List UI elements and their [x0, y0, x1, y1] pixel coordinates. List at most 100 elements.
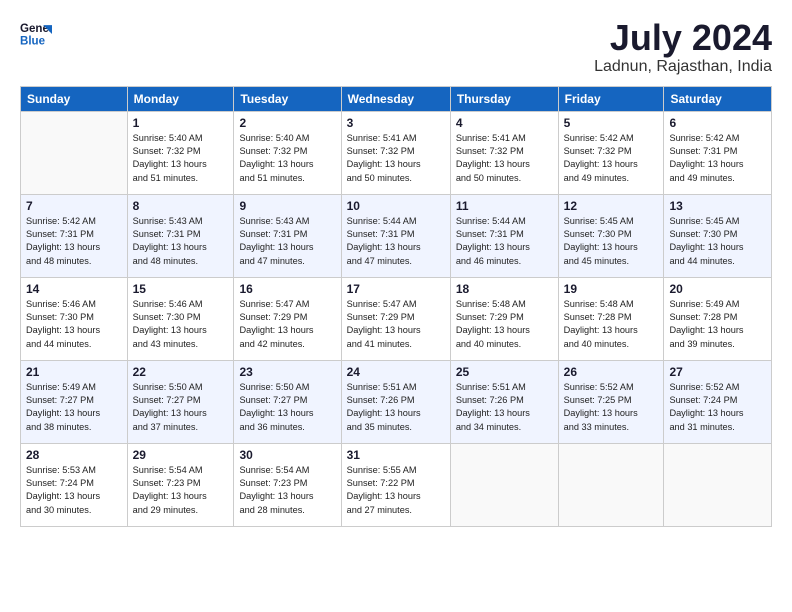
calendar-cell: 3 Sunrise: 5:41 AMSunset: 7:32 PMDaylight… — [341, 111, 450, 194]
calendar-cell: 2 Sunrise: 5:40 AMSunset: 7:32 PMDaylight… — [234, 111, 341, 194]
calendar-cell: 15 Sunrise: 5:46 AMSunset: 7:30 PMDayligh… — [127, 277, 234, 360]
day-number: 3 — [347, 116, 445, 130]
column-header-wednesday: Wednesday — [341, 86, 450, 111]
calendar-cell: 9 Sunrise: 5:43 AMSunset: 7:31 PMDaylight… — [234, 194, 341, 277]
calendar-week-row: 21 Sunrise: 5:49 AMSunset: 7:27 PMDayligh… — [21, 360, 772, 443]
calendar-table: SundayMondayTuesdayWednesdayThursdayFrid… — [20, 86, 772, 527]
day-number: 6 — [669, 116, 766, 130]
day-info: Sunrise: 5:51 AMSunset: 7:26 PMDaylight:… — [347, 381, 445, 434]
calendar-cell — [558, 443, 664, 526]
day-number: 31 — [347, 448, 445, 462]
day-number: 7 — [26, 199, 122, 213]
day-info: Sunrise: 5:42 AMSunset: 7:31 PMDaylight:… — [26, 215, 122, 268]
calendar-cell: 19 Sunrise: 5:48 AMSunset: 7:28 PMDayligh… — [558, 277, 664, 360]
day-info: Sunrise: 5:47 AMSunset: 7:29 PMDaylight:… — [239, 298, 335, 351]
calendar-cell: 27 Sunrise: 5:52 AMSunset: 7:24 PMDayligh… — [664, 360, 772, 443]
day-info: Sunrise: 5:43 AMSunset: 7:31 PMDaylight:… — [239, 215, 335, 268]
calendar-cell: 22Sunrise: 5:50 AMSunset: 7:27 PMDayligh… — [127, 360, 234, 443]
day-number: 9 — [239, 199, 335, 213]
calendar-cell — [664, 443, 772, 526]
day-info: Sunrise: 5:48 AMSunset: 7:28 PMDaylight:… — [564, 298, 659, 351]
day-number: 1 — [133, 116, 229, 130]
column-header-friday: Friday — [558, 86, 664, 111]
day-info: Sunrise: 5:53 AMSunset: 7:24 PMDaylight:… — [26, 464, 122, 517]
page-header: General Blue July 2024 Ladnun, Rajasthan… — [20, 18, 772, 76]
day-number: 8 — [133, 199, 229, 213]
svg-text:Blue: Blue — [20, 36, 46, 48]
calendar-cell: 20Sunrise: 5:49 AMSunset: 7:28 PMDayligh… — [664, 277, 772, 360]
day-number: 17 — [347, 282, 445, 296]
calendar-cell: 12 Sunrise: 5:45 AMSunset: 7:30 PMDayligh… — [558, 194, 664, 277]
column-header-monday: Monday — [127, 86, 234, 111]
calendar-week-row: 1 Sunrise: 5:40 AMSunset: 7:32 PMDaylight… — [21, 111, 772, 194]
column-header-sunday: Sunday — [21, 86, 128, 111]
calendar-cell: 6Sunrise: 5:42 AMSunset: 7:31 PMDaylight… — [664, 111, 772, 194]
svg-text:General: General — [20, 23, 52, 35]
calendar-page: General Blue July 2024 Ladnun, Rajasthan… — [0, 0, 792, 612]
day-number: 11 — [456, 199, 553, 213]
day-info: Sunrise: 5:46 AMSunset: 7:30 PMDaylight:… — [26, 298, 122, 351]
calendar-cell: 14 Sunrise: 5:46 AMSunset: 7:30 PMDayligh… — [21, 277, 128, 360]
calendar-cell: 8Sunrise: 5:43 AMSunset: 7:31 PMDaylight… — [127, 194, 234, 277]
calendar-cell: 16 Sunrise: 5:47 AMSunset: 7:29 PMDayligh… — [234, 277, 341, 360]
day-info: Sunrise: 5:41 AMSunset: 7:32 PMDaylight:… — [456, 132, 553, 185]
day-number: 27 — [669, 365, 766, 379]
calendar-week-row: 28 Sunrise: 5:53 AMSunset: 7:24 PMDayligh… — [21, 443, 772, 526]
calendar-cell: 24 Sunrise: 5:51 AMSunset: 7:26 PMDayligh… — [341, 360, 450, 443]
calendar-cell: 18Sunrise: 5:48 AMSunset: 7:29 PMDayligh… — [450, 277, 558, 360]
day-number: 2 — [239, 116, 335, 130]
day-number: 24 — [347, 365, 445, 379]
calendar-cell: 26Sunrise: 5:52 AMSunset: 7:25 PMDayligh… — [558, 360, 664, 443]
calendar-cell: 29 Sunrise: 5:54 AMSunset: 7:23 PMDayligh… — [127, 443, 234, 526]
day-info: Sunrise: 5:52 AMSunset: 7:24 PMDaylight:… — [669, 381, 766, 434]
day-info: Sunrise: 5:54 AMSunset: 7:23 PMDaylight:… — [133, 464, 229, 517]
day-info: Sunrise: 5:52 AMSunset: 7:25 PMDaylight:… — [564, 381, 659, 434]
day-info: Sunrise: 5:46 AMSunset: 7:30 PMDaylight:… — [133, 298, 229, 351]
day-info: Sunrise: 5:45 AMSunset: 7:30 PMDaylight:… — [564, 215, 659, 268]
day-info: Sunrise: 5:48 AMSunset: 7:29 PMDaylight:… — [456, 298, 553, 351]
day-number: 5 — [564, 116, 659, 130]
day-number: 21 — [26, 365, 122, 379]
calendar-week-row: 14 Sunrise: 5:46 AMSunset: 7:30 PMDayligh… — [21, 277, 772, 360]
day-number: 20 — [669, 282, 766, 296]
day-number: 4 — [456, 116, 553, 130]
day-info: Sunrise: 5:51 AMSunset: 7:26 PMDaylight:… — [456, 381, 553, 434]
day-number: 25 — [456, 365, 553, 379]
day-number: 15 — [133, 282, 229, 296]
calendar-cell — [21, 111, 128, 194]
calendar-cell: 23 Sunrise: 5:50 AMSunset: 7:27 PMDayligh… — [234, 360, 341, 443]
calendar-cell: 4 Sunrise: 5:41 AMSunset: 7:32 PMDaylight… — [450, 111, 558, 194]
day-info: Sunrise: 5:44 AMSunset: 7:31 PMDaylight:… — [347, 215, 445, 268]
calendar-cell: 5 Sunrise: 5:42 AMSunset: 7:32 PMDaylight… — [558, 111, 664, 194]
day-info: Sunrise: 5:41 AMSunset: 7:32 PMDaylight:… — [347, 132, 445, 185]
title-block: July 2024 Ladnun, Rajasthan, India — [594, 18, 772, 76]
day-info: Sunrise: 5:44 AMSunset: 7:31 PMDaylight:… — [456, 215, 553, 268]
day-info: Sunrise: 5:49 AMSunset: 7:27 PMDaylight:… — [26, 381, 122, 434]
calendar-cell: 28 Sunrise: 5:53 AMSunset: 7:24 PMDayligh… — [21, 443, 128, 526]
day-number: 14 — [26, 282, 122, 296]
calendar-cell: 25 Sunrise: 5:51 AMSunset: 7:26 PMDayligh… — [450, 360, 558, 443]
day-number: 28 — [26, 448, 122, 462]
calendar-header-row: SundayMondayTuesdayWednesdayThursdayFrid… — [21, 86, 772, 111]
day-number: 10 — [347, 199, 445, 213]
logo-icon: General Blue — [20, 18, 52, 50]
day-info: Sunrise: 5:50 AMSunset: 7:27 PMDaylight:… — [133, 381, 229, 434]
day-number: 19 — [564, 282, 659, 296]
day-info: Sunrise: 5:45 AMSunset: 7:30 PMDaylight:… — [669, 215, 766, 268]
day-number: 16 — [239, 282, 335, 296]
day-info: Sunrise: 5:40 AMSunset: 7:32 PMDaylight:… — [239, 132, 335, 185]
day-number: 12 — [564, 199, 659, 213]
day-number: 13 — [669, 199, 766, 213]
calendar-cell: 30 Sunrise: 5:54 AMSunset: 7:23 PMDayligh… — [234, 443, 341, 526]
day-number: 30 — [239, 448, 335, 462]
calendar-cell: 11 Sunrise: 5:44 AMSunset: 7:31 PMDayligh… — [450, 194, 558, 277]
calendar-cell: 21 Sunrise: 5:49 AMSunset: 7:27 PMDayligh… — [21, 360, 128, 443]
day-number: 23 — [239, 365, 335, 379]
main-title: July 2024 — [594, 18, 772, 58]
day-info: Sunrise: 5:42 AMSunset: 7:32 PMDaylight:… — [564, 132, 659, 185]
day-info: Sunrise: 5:50 AMSunset: 7:27 PMDaylight:… — [239, 381, 335, 434]
day-number: 29 — [133, 448, 229, 462]
day-info: Sunrise: 5:54 AMSunset: 7:23 PMDaylight:… — [239, 464, 335, 517]
column-header-tuesday: Tuesday — [234, 86, 341, 111]
day-info: Sunrise: 5:40 AMSunset: 7:32 PMDaylight:… — [133, 132, 229, 185]
